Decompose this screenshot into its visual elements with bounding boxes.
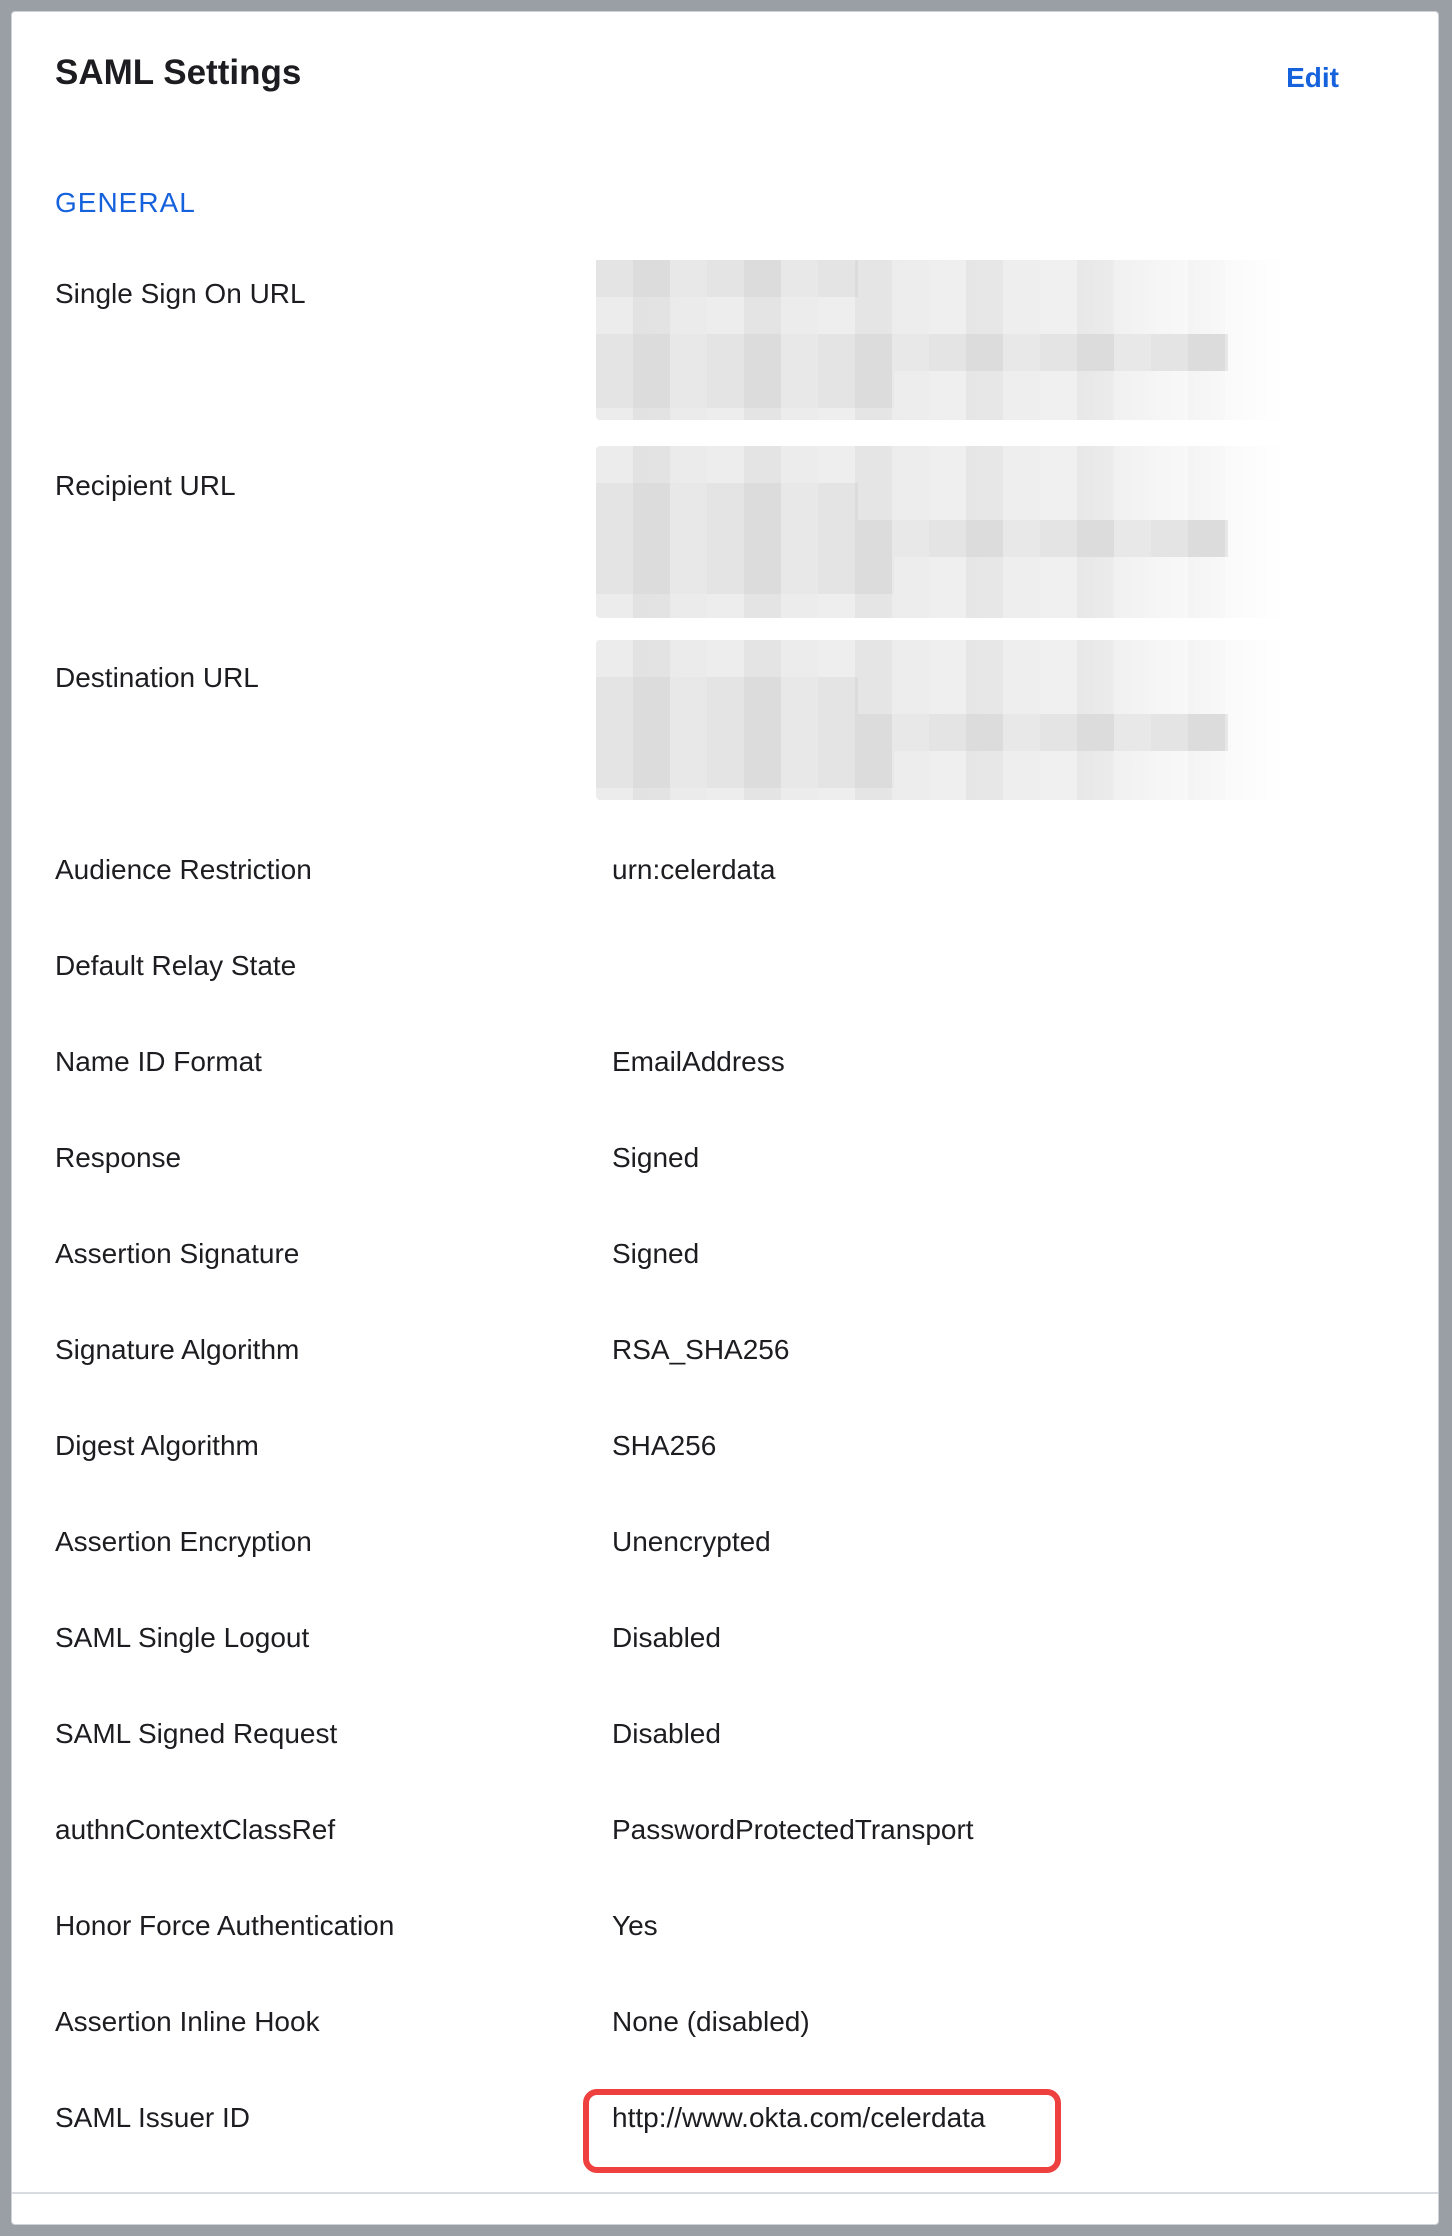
field-label-destination-url: Destination URL [55, 662, 259, 693]
field-label-signature-algorithm: Signature Algorithm [55, 1334, 300, 1365]
field-value-digest-algorithm: SHA256 [612, 1430, 717, 1461]
page-title: SAML Settings [55, 53, 302, 92]
field-label-authn-context-class-ref: authnContextClassRef [55, 1814, 336, 1845]
field-value-assertion-inline-hook: None (disabled) [612, 2006, 810, 2037]
field-label-assertion-signature: Assertion Signature [55, 1238, 300, 1269]
field-value-audience-restriction: urn:celerdata [612, 854, 776, 885]
section-heading-general: GENERAL [55, 187, 196, 218]
bottom-divider [12, 2192, 1438, 2194]
field-value-saml-signed-request: Disabled [612, 1718, 721, 1749]
field-label-response: Response [55, 1142, 182, 1173]
edit-button[interactable]: Edit [1286, 62, 1339, 94]
field-label-saml-single-logout: SAML Single Logout [55, 1622, 310, 1653]
field-label-default-relay-state: Default Relay State [55, 950, 297, 981]
field-label-assertion-inline-hook: Assertion Inline Hook [55, 2006, 320, 2037]
field-label-audience-restriction: Audience Restriction [55, 854, 312, 885]
field-value-assertion-signature: Signed [612, 1238, 700, 1269]
field-label-digest-algorithm: Digest Algorithm [55, 1430, 259, 1461]
field-value-name-id-format: EmailAddress [612, 1046, 785, 1077]
field-label-saml-issuer-id: SAML Issuer ID [55, 2102, 251, 2133]
field-label-honor-force-authentication: Honor Force Authentication [55, 1910, 395, 1941]
field-label-saml-signed-request: SAML Signed Request [55, 1718, 338, 1749]
field-label-assertion-encryption: Assertion Encryption [55, 1526, 312, 1557]
field-value-response: Signed [612, 1142, 700, 1173]
issuer-id-highlight-box [583, 2089, 1061, 2173]
field-label-single-sign-on-url: Single Sign On URL [55, 278, 306, 309]
field-value-authn-context-class-ref: PasswordProtectedTransport [612, 1814, 974, 1845]
redacted-value-recipient-url [596, 446, 1286, 618]
field-value-saml-single-logout: Disabled [612, 1622, 721, 1653]
field-value-honor-force-authentication: Yes [612, 1910, 658, 1941]
redacted-value-single-sign-on-url [596, 260, 1286, 420]
field-value-assertion-encryption: Unencrypted [612, 1526, 771, 1557]
field-label-name-id-format: Name ID Format [55, 1046, 262, 1077]
redacted-value-destination-url [596, 640, 1286, 800]
field-label-recipient-url: Recipient URL [55, 470, 236, 501]
saml-settings-panel: SAML Settings Edit GENERAL Single Sign O… [11, 11, 1439, 2225]
field-value-signature-algorithm: RSA_SHA256 [612, 1334, 790, 1365]
